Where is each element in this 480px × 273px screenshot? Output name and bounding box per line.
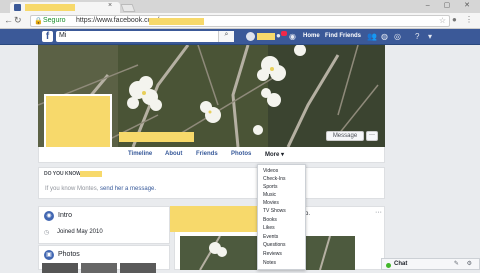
intro-title: Intro xyxy=(58,212,73,219)
menu-item-sports[interactable]: Sports xyxy=(263,184,277,190)
profile-picture-redacted[interactable] xyxy=(44,94,112,154)
friends-icon[interactable]: 👥 xyxy=(367,32,377,41)
search-icon[interactable]: ⌕ xyxy=(218,31,234,42)
profile-tab-row: Timeline About Friends Photos More ▾ xyxy=(38,147,385,163)
tab-more[interactable]: More ▾ xyxy=(265,151,284,158)
bookmark-star-icon[interactable]: ☆ xyxy=(439,16,446,25)
find-friends-link[interactable]: Find Friends xyxy=(325,33,361,39)
send-message-link[interactable]: send her a message. xyxy=(100,186,156,192)
extension-icons[interactable]: ● ⋮ xyxy=(452,15,476,24)
facebook-header: f Mi ⌕ ● ◉ Home Find Friends 👥 ◍ ◎ ? ▾ xyxy=(0,29,480,45)
profile-name-redacted xyxy=(119,132,194,142)
message-button[interactable]: Message xyxy=(326,131,364,141)
menu-item-videos[interactable]: Videos xyxy=(263,168,278,174)
security-label: Seguro xyxy=(43,17,66,24)
chat-options-icons[interactable]: ✎ ⚙ xyxy=(454,260,475,267)
online-status-icon xyxy=(386,263,391,268)
address-bar-row: ← ↻ 🔒 Seguro https://www.facebook.com/ ☆… xyxy=(0,13,480,29)
menu-item-check-ins[interactable]: Check-Ins xyxy=(263,176,286,182)
tab-timeline[interactable]: Timeline xyxy=(128,151,152,157)
message-button-label: Message xyxy=(332,133,358,139)
account-menu-icon[interactable]: ▾ xyxy=(428,32,432,41)
search-value: Mi xyxy=(59,32,67,39)
help-icon[interactable]: ? xyxy=(415,32,419,41)
menu-item-likes[interactable]: Likes xyxy=(263,225,275,231)
more-dropdown-menu: Videos Check-Ins Sports Music Movies TV … xyxy=(257,164,306,270)
globe-icon: ◉ xyxy=(44,211,54,221)
menu-item-questions[interactable]: Questions xyxy=(263,242,286,248)
chat-label: Chat xyxy=(394,261,408,267)
dyk-text: If you know Montes, send her a message. xyxy=(45,186,156,192)
window-controls[interactable]: – ▢ ✕ xyxy=(426,1,476,9)
photo-thumbnail[interactable] xyxy=(42,263,78,273)
photos-title[interactable]: Photos xyxy=(58,251,80,258)
menu-item-books[interactable]: Books xyxy=(263,217,277,223)
menu-item-music[interactable]: Music xyxy=(263,192,276,198)
menu-item-reviews[interactable]: Reviews xyxy=(263,251,282,257)
menu-item-notes[interactable]: Notes xyxy=(263,260,276,266)
do-you-know-card: DO YOU KNOW If you know Montes, send her… xyxy=(38,167,385,199)
url-input[interactable]: 🔒 Seguro https://www.facebook.com/ ☆ xyxy=(30,15,450,27)
menu-item-tv-shows[interactable]: TV Shows xyxy=(263,208,286,214)
post-author-redacted xyxy=(170,206,262,232)
menu-item-events[interactable]: Events xyxy=(263,234,278,240)
back-icon[interactable]: ← xyxy=(4,15,13,25)
profile-name-redacted[interactable] xyxy=(257,33,275,40)
dyk-heading: DO YOU KNOW xyxy=(44,171,81,177)
photos-icon: ▣ xyxy=(44,250,54,260)
cover-more-button[interactable]: ··· xyxy=(366,131,378,141)
notification-badge xyxy=(281,31,287,36)
photo-thumbnail[interactable] xyxy=(120,263,156,273)
tab-photos[interactable]: Photos xyxy=(231,151,251,157)
photo-thumbnail[interactable] xyxy=(81,263,117,273)
browser-tab[interactable]: × xyxy=(10,2,120,13)
avatar[interactable] xyxy=(246,32,255,41)
home-link[interactable]: Home xyxy=(303,33,320,39)
lock-icon: 🔒 xyxy=(34,18,43,25)
tab-title-redacted xyxy=(25,4,75,11)
cover-more-label: ··· xyxy=(369,132,375,138)
browser-tab-bar: × – ▢ ✕ xyxy=(0,0,480,13)
facebook-favicon-icon xyxy=(14,4,21,11)
joined-date: Joined May 2010 xyxy=(57,229,103,235)
post-options-button[interactable]: ··· xyxy=(375,209,382,216)
right-column xyxy=(389,45,480,270)
intro-card: ◉ Intro ◷ Joined May 2010 xyxy=(38,206,170,244)
clock-icon: ◷ xyxy=(44,230,50,236)
facebook-logo-icon[interactable]: f xyxy=(42,31,53,42)
dyk-body: If you know Montes, xyxy=(45,186,101,192)
dyk-name-redacted xyxy=(80,171,102,177)
messages-icon[interactable]: ◍ xyxy=(381,32,388,41)
new-tab-button[interactable] xyxy=(120,4,136,12)
globe-notifications-icon[interactable]: ◉ xyxy=(289,32,296,41)
menu-item-movies[interactable]: Movies xyxy=(263,200,279,206)
tab-about[interactable]: About xyxy=(165,151,182,157)
chat-bar[interactable]: Chat ✎ ⚙ xyxy=(381,258,480,270)
notifications-icon[interactable]: ◎ xyxy=(394,32,401,41)
search-input[interactable]: Mi ⌕ xyxy=(56,31,234,42)
url-text: https://www.facebook.com/ xyxy=(76,17,160,24)
photos-card: ▣ Photos xyxy=(38,245,170,273)
tab-friends[interactable]: Friends xyxy=(196,151,218,157)
url-redacted xyxy=(149,18,204,25)
tab-close-icon[interactable]: × xyxy=(108,2,112,9)
reload-icon[interactable]: ↻ xyxy=(14,15,22,26)
